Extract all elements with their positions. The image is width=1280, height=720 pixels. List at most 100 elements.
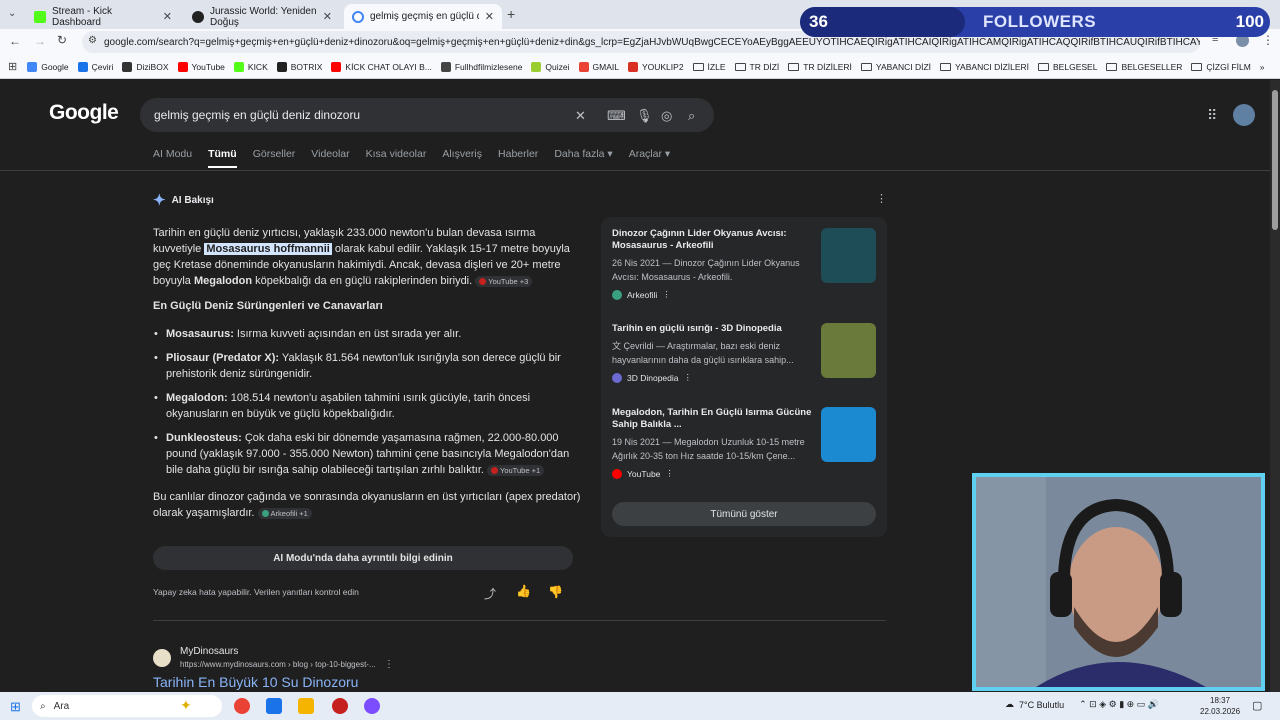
source-card-item[interactable]: Dinozor Çağının Lider Okyanus Avcısı: Mo…: [612, 228, 812, 300]
search-tab[interactable]: Haberler: [498, 148, 538, 168]
close-tab-icon[interactable]: ✕: [323, 10, 332, 23]
search-tab[interactable]: Daha fazla ▾: [554, 148, 612, 168]
keyboard-icon[interactable]: ⌨: [607, 108, 626, 124]
bookmark-label: BOTRIX: [290, 61, 323, 72]
reload-icon[interactable]: ↻: [57, 33, 67, 47]
tab-jurassic-world[interactable]: Jurassic World: Yeniden Doğuş ✕: [184, 4, 340, 29]
account-avatar[interactable]: [1233, 104, 1255, 126]
bookmark-item[interactable]: Fullhdfilmizlesene: [440, 61, 522, 72]
bookmark-item[interactable]: YABANCI DİZİ: [860, 62, 931, 72]
scrollbar-thumb[interactable]: [1272, 90, 1278, 230]
bookmark-item[interactable]: ÇİZGİ FİLM: [1191, 62, 1251, 72]
close-tab-icon[interactable]: ✕: [485, 10, 494, 23]
google-apps-icon[interactable]: ⠿: [1207, 107, 1217, 124]
search-tab[interactable]: Alışveriş: [442, 148, 482, 168]
bookmark-item[interactable]: Quizei: [531, 61, 570, 72]
more-options-icon[interactable]: ⋮: [662, 289, 671, 300]
source-snippet: 19 Nis 2021 — Megalodon Uzunluk 10-15 me…: [612, 437, 805, 461]
back-icon[interactable]: ←: [9, 34, 21, 48]
source-chip[interactable]: YouTube +1: [487, 465, 545, 476]
bookmark-icon: [531, 61, 542, 72]
chrome-icon[interactable]: [234, 698, 250, 714]
bookmark-label: BELGESELLER: [1121, 61, 1183, 72]
site-icon: [612, 372, 622, 383]
source-thumbnail[interactable]: [821, 323, 876, 378]
bookmark-item[interactable]: Google: [27, 61, 69, 72]
media-player-icon[interactable]: [298, 698, 314, 714]
source-card-item[interactable]: Tarihin en güçlü ısırığı - 3D Dinopedia 文…: [612, 323, 812, 383]
taskbar-search-label: Ara: [53, 700, 70, 712]
explorer-icon[interactable]: [266, 698, 282, 714]
google-logo[interactable]: Google: [49, 101, 119, 125]
bookmark-item[interactable]: YOUKLIP2: [627, 61, 684, 72]
windows-start-icon[interactable]: ⊞: [10, 699, 21, 715]
search-input[interactable]: gelmiş geçmiş en güçlü deniz dinozoru: [140, 98, 714, 132]
source-thumbnail[interactable]: [821, 407, 876, 462]
more-options-icon[interactable]: ⋮: [665, 468, 674, 479]
site-info-icon[interactable]: ⚙: [88, 35, 97, 46]
search-tab[interactable]: AI Modu: [153, 148, 192, 168]
obs-icon[interactable]: [332, 698, 348, 714]
result-url[interactable]: https://www.mydinosaurs.com › blog › top…: [180, 660, 376, 669]
share-icon[interactable]: ⤴: [484, 585, 496, 602]
lens-icon[interactable]: ◎: [661, 108, 672, 124]
search-icon[interactable]: ⌕: [688, 108, 695, 124]
bookmark-item[interactable]: TR DİZİLERİ: [788, 62, 852, 72]
source-title[interactable]: Dinozor Çağının Lider Okyanus Avcısı: Mo…: [612, 228, 812, 252]
search-tab[interactable]: Görseller: [253, 148, 296, 168]
more-bookmarks-icon[interactable]: »: [1260, 62, 1265, 72]
tray-icons[interactable]: ⌃ ⊡ ◈ ⚙ ▮ ⊕ ▭ 🔊: [1079, 699, 1159, 710]
menu-icon[interactable]: ⋮: [1262, 33, 1274, 47]
tab-search-icon[interactable]: ⌄: [8, 8, 16, 19]
more-options-icon[interactable]: ⋮: [876, 192, 887, 205]
ai-mode-button[interactable]: AI Modu'nda daha ayrıntılı bilgi edinin: [153, 546, 573, 570]
source-title[interactable]: Megalodon, Tarihin En Güçlü Isırma Gücün…: [612, 407, 812, 431]
search-tab[interactable]: Videolar: [311, 148, 349, 168]
microphone-icon[interactable]: 🎙: [636, 108, 653, 124]
bookmark-item[interactable]: YouTube: [177, 61, 225, 72]
source-chip[interactable]: Arkeofili +1: [257, 508, 312, 519]
show-all-button[interactable]: Tümünü göster: [612, 502, 876, 526]
site-favicon: [153, 649, 171, 667]
bookmark-item[interactable]: GMAIL: [578, 61, 619, 72]
result-site-name[interactable]: MyDinosaurs: [180, 646, 238, 657]
bookmark-item[interactable]: KICK: [233, 61, 268, 72]
new-tab-icon[interactable]: +: [507, 6, 515, 22]
bookmark-item[interactable]: BELGESEL: [1038, 62, 1097, 72]
bookmark-item[interactable]: Çeviri: [77, 61, 113, 72]
site-icon: [612, 468, 622, 479]
system-tray: ☁ 7°C Bulutlu ⌃ ⊡ ◈ ⚙ ▮ ⊕ ▭ 🔊: [1005, 699, 1159, 710]
result-title-link[interactable]: Tarihin En Büyük 10 Su Dinozoru: [153, 674, 358, 690]
tab-kick-dashboard[interactable]: Stream - Kick Dashboard ✕: [26, 4, 180, 29]
taskbar-clock[interactable]: 18:37 22.03.2026: [1200, 695, 1240, 717]
source-thumbnail[interactable]: [821, 228, 876, 283]
apps-icon[interactable]: ⊞: [8, 60, 17, 73]
source-chip[interactable]: YouTube +3: [475, 276, 533, 287]
close-tab-icon[interactable]: ✕: [163, 10, 172, 23]
thumbs-down-icon[interactable]: 👎: [548, 585, 563, 599]
app-icon[interactable]: [364, 698, 380, 714]
taskbar-search[interactable]: ⌕ Ara: [32, 695, 222, 717]
weather-icon: ☁: [1005, 699, 1014, 709]
bookmark-item[interactable]: TR DİZİ: [734, 62, 779, 72]
search-tab[interactable]: Kısa videolar: [366, 148, 427, 168]
search-tab[interactable]: Araçlar ▾: [629, 148, 670, 168]
notification-icon[interactable]: ▢: [1252, 699, 1262, 712]
bookmark-item[interactable]: İZLE: [692, 62, 726, 72]
thumbs-up-icon[interactable]: 👍: [516, 584, 531, 598]
result-options-icon[interactable]: ⋮: [384, 659, 394, 670]
bookmark-item[interactable]: BOTRIX: [276, 61, 323, 72]
search-tab[interactable]: Tümü: [208, 148, 237, 168]
forward-icon[interactable]: →: [34, 34, 46, 48]
bookmark-item[interactable]: KİCK CHAT OLAYI B...: [331, 61, 432, 72]
source-card-item[interactable]: Megalodon, Tarihin En Güçlü Isırma Gücün…: [612, 407, 812, 479]
more-options-icon[interactable]: ⋮: [684, 372, 693, 383]
bookmark-item[interactable]: DiziBOX: [122, 61, 169, 72]
bookmark-item[interactable]: BELGESELLER: [1106, 62, 1182, 72]
bookmark-icon: [627, 61, 638, 72]
clear-icon[interactable]: ✕: [575, 108, 586, 124]
bookmark-item[interactable]: YABANCI DİZİLERİ: [940, 62, 1029, 72]
tab-google-search[interactable]: gelmiş geçmiş en güçlü deniz d ✕: [344, 4, 502, 29]
weather-text[interactable]: 7°C Bulutlu: [1019, 700, 1064, 710]
source-title[interactable]: Tarihin en güçlü ısırığı - 3D Dinopedia: [612, 323, 812, 335]
